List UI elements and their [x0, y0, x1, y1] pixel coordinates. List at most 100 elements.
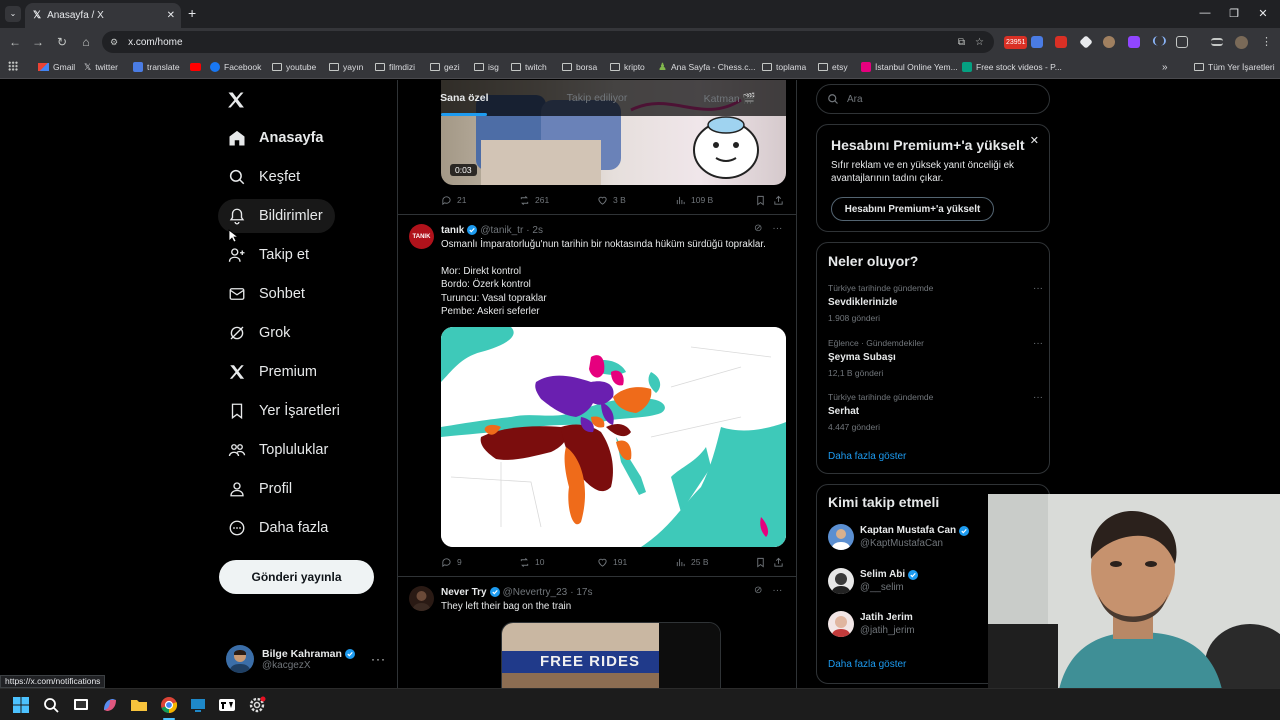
bookmark-translate[interactable]: translate	[133, 60, 180, 74]
tradingview-icon[interactable]	[218, 696, 236, 714]
minimize-button[interactable]: —	[1192, 4, 1218, 22]
views-button[interactable]: 109 B	[675, 195, 755, 206]
tab-layer[interactable]: Katman 🎬	[663, 80, 796, 116]
share-button[interactable]	[773, 557, 784, 568]
forward-button[interactable]: →	[31, 35, 45, 49]
sidebar-item-profile[interactable]: Profil	[218, 472, 304, 506]
bookmark-folder-toplama[interactable]: toplama	[762, 60, 806, 74]
repost-button[interactable]: 10	[519, 557, 597, 568]
translate-extension-icon[interactable]	[1031, 36, 1043, 48]
browser-tab[interactable]: 𝕏 Anasayfa / X ✕	[25, 3, 181, 28]
file-explorer-icon[interactable]	[130, 696, 148, 714]
follow-suggestion[interactable]: Jatih Jerim @jatih_jerim	[828, 609, 915, 639]
trend-more-icon[interactable]: ···	[1033, 338, 1043, 349]
bookmarks-overflow-button[interactable]: »	[1162, 60, 1168, 74]
share-button[interactable]	[773, 195, 784, 206]
bookmark-folder-isg[interactable]: isg	[474, 60, 499, 74]
sidebar-item-notifications[interactable]: Bildirimler	[218, 199, 335, 233]
search-input[interactable]: Ara	[816, 84, 1050, 114]
repost-button[interactable]: 261	[519, 195, 597, 206]
bookmark-youtube[interactable]	[190, 60, 201, 74]
task-view-icon[interactable]	[72, 696, 90, 714]
sidebar-item-more[interactable]: Daha fazla	[218, 511, 340, 545]
reply-button[interactable]: 9	[441, 557, 519, 568]
bookmark-folder-youtube[interactable]: youtube	[272, 60, 316, 74]
chrome-profile-avatar[interactable]	[1235, 36, 1248, 49]
tab-search-button[interactable]: ⌄	[5, 6, 21, 22]
trend-item[interactable]: Türkiye tarihinde gündemde Sevdikleriniz…	[828, 283, 1043, 325]
close-icon[interactable]: ✕	[1030, 134, 1039, 147]
close-tab-icon[interactable]: ✕	[167, 10, 175, 21]
bookmark-chess[interactable]: ♟ Ana Sayfa - Chess.c...	[658, 60, 756, 74]
trend-more-icon[interactable]: ···	[1033, 283, 1043, 294]
like-button[interactable]: 3 B	[597, 195, 675, 206]
sidebar-item-chat[interactable]: Sohbet	[218, 277, 317, 311]
who-to-follow-show-more-link[interactable]: Daha fazla göster	[828, 659, 906, 670]
reading-list-icon[interactable]	[1211, 38, 1223, 46]
home-button[interactable]: ⌂	[79, 35, 93, 49]
bookmark-folder-gezi[interactable]: gezi	[430, 60, 460, 74]
tweet-author-handle[interactable]: @Nevertry_23	[503, 587, 568, 598]
bookmark-facebook[interactable]: Facebook	[210, 60, 261, 74]
x-logo-icon[interactable]	[226, 90, 246, 110]
sidebar-item-premium[interactable]: Premium	[218, 355, 329, 389]
sidebar-item-bookmarks[interactable]: Yer İşaretleri	[218, 394, 352, 428]
views-button[interactable]: 25 B	[675, 557, 755, 568]
tab-for-you[interactable]: Sana özel	[398, 80, 531, 116]
bookmark-folder-twitch[interactable]: twitch	[511, 60, 547, 74]
trends-show-more-link[interactable]: Daha fazla göster	[828, 451, 906, 462]
adblock-extension-icon[interactable]	[1055, 36, 1067, 48]
bookmark-folder-filmdizi[interactable]: filmdizi	[375, 60, 415, 74]
tweet-avatar[interactable]	[409, 586, 434, 611]
settings-gear-icon[interactable]	[248, 696, 266, 714]
chrome-menu-icon[interactable]: ⋮	[1261, 35, 1272, 48]
chrome-icon[interactable]	[160, 696, 178, 714]
taskbar-search-icon[interactable]	[42, 696, 60, 714]
twitch-extension-icon[interactable]	[1128, 36, 1140, 48]
tweet-time[interactable]: · 2s	[526, 225, 543, 236]
follow-suggestion[interactable]: Selim Abi @__selim	[828, 566, 919, 596]
sidebar-item-explore[interactable]: Keşfet	[218, 160, 312, 194]
tweet-image-map[interactable]	[441, 327, 786, 547]
maximize-button[interactable]: ❐	[1221, 4, 1247, 22]
close-window-button[interactable]: ✕	[1250, 4, 1276, 22]
tweet-author-name[interactable]: Never Try	[441, 587, 487, 598]
like-button[interactable]: 191	[597, 557, 675, 568]
extension-badge[interactable]: 23951	[1004, 36, 1028, 49]
bookmark-star-icon[interactable]: ☆	[975, 37, 984, 48]
copilot-icon[interactable]	[101, 696, 119, 714]
bookmark-yemek[interactable]: İstanbul Online Yem...	[861, 60, 958, 74]
bookmark-folder-borsa[interactable]: borsa	[562, 60, 597, 74]
windows-start-icon[interactable]	[12, 696, 30, 714]
bookmark-gmail[interactable]: Gmail	[38, 60, 75, 74]
tweet-time[interactable]: · 17s	[570, 587, 592, 598]
apps-grid-icon[interactable]	[8, 61, 18, 71]
post-button[interactable]: Gönderi yayınla	[219, 560, 374, 594]
bookmark-button[interactable]	[755, 557, 773, 568]
grok-icon[interactable]: ⊘	[754, 585, 762, 596]
bookmark-pexels[interactable]: Free stock videos - P...	[962, 60, 1062, 74]
bookmark-folder-kripto[interactable]: kripto	[610, 60, 645, 74]
trend-item[interactable]: Eğlence · Gündemdekiler Şeyma Subaşı 12,…	[828, 338, 1043, 380]
extension-icon[interactable]	[1079, 35, 1093, 49]
site-info-icon[interactable]: ⚙	[110, 37, 118, 48]
account-switcher[interactable]: Bilge Kahraman @kacgezX ···	[226, 643, 386, 675]
remote-desktop-icon[interactable]	[189, 696, 207, 714]
tweet-author-handle[interactable]: @tanik_tr	[480, 225, 523, 236]
new-tab-button[interactable]: +	[188, 5, 196, 21]
tweet-more-icon[interactable]: ···	[772, 585, 782, 596]
tab-following[interactable]: Takip ediliyor	[531, 80, 664, 116]
tweet-author-name[interactable]: tanık	[441, 225, 464, 236]
trend-more-icon[interactable]: ···	[1033, 392, 1043, 403]
sidebar-item-communities[interactable]: Topluluklar	[218, 433, 340, 467]
sidebar-item-grok[interactable]: Grok	[218, 316, 302, 350]
grok-icon[interactable]: ⊘	[754, 223, 762, 234]
bookmark-twitter[interactable]: 𝕏twitter	[84, 60, 118, 74]
tweet-avatar[interactable]: TANIK	[409, 224, 434, 249]
premium-upgrade-button[interactable]: Hesabını Premium+'a yükselt	[831, 197, 994, 221]
sidebar-item-home[interactable]: Anasayfa	[218, 121, 335, 155]
install-app-icon[interactable]: ⧉	[958, 37, 965, 48]
tweet-more-icon[interactable]: ···	[772, 223, 782, 234]
sidebar-item-follow[interactable]: Takip et	[218, 238, 321, 272]
reply-button[interactable]: 21	[441, 195, 519, 206]
